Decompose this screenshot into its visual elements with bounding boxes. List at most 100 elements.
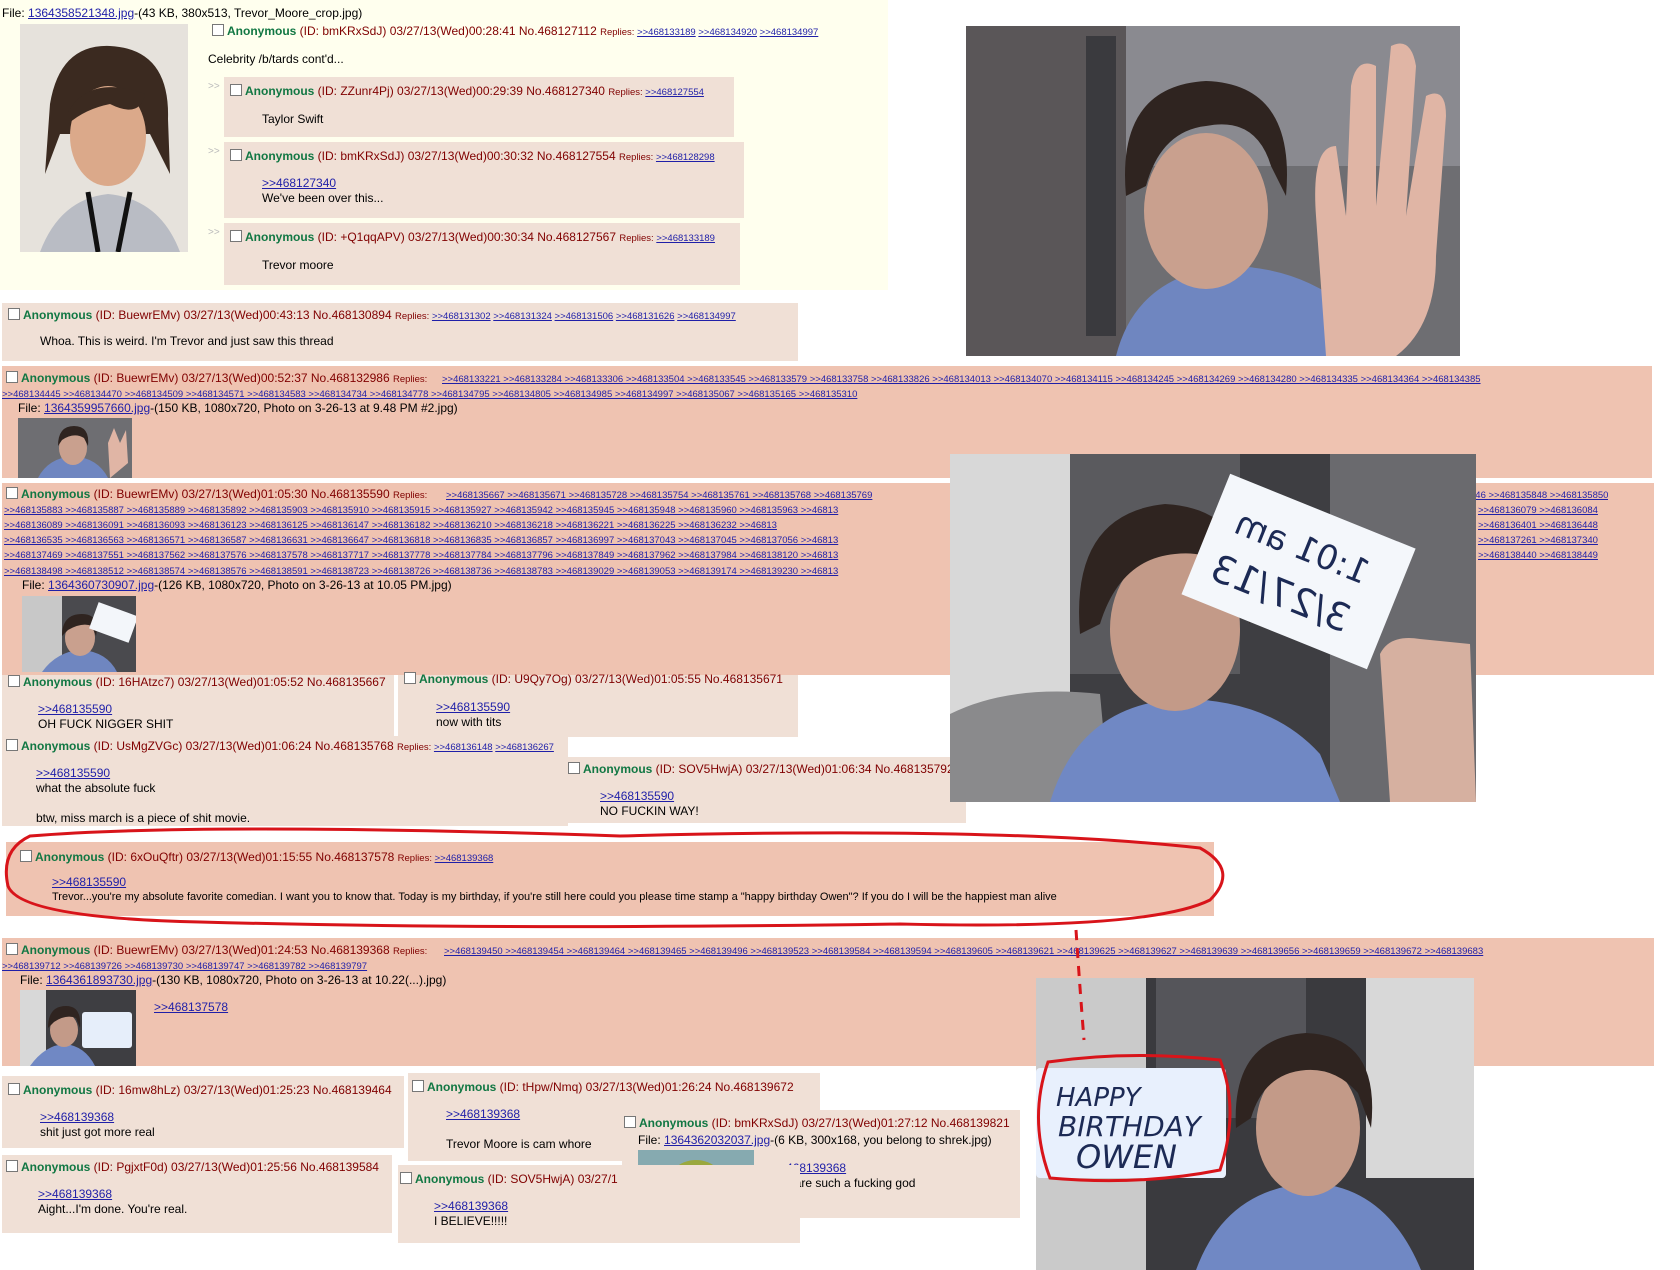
post-checkbox[interactable]	[8, 1083, 20, 1095]
quote-link[interactable]: >>468139368	[40, 1110, 114, 1124]
reply-link[interactable]: >>468131302	[432, 311, 491, 322]
file-link[interactable]: 1364361893730.jpg	[46, 973, 152, 987]
quote-link[interactable]: >>468139368	[446, 1107, 520, 1121]
reply-links[interactable]: >>468138498 >>468138512 >>468138574 >>46…	[4, 566, 948, 577]
post-checkbox[interactable]	[412, 1080, 424, 1092]
reply-links[interactable]: >>468139450 >>468139454 >>468139464 >>46…	[444, 946, 1654, 957]
post-header: Anonymous (ID: 6xOuQftr) 03/27/13(Wed)01…	[20, 850, 493, 864]
reply-arrow: >>	[208, 146, 220, 157]
post-header: Anonymous (ID: tHpw/Nmq) 03/27/13(Wed)01…	[412, 1080, 794, 1094]
reply-links[interactable]: >>468134445 >>468134470 >>468134509 >>46…	[2, 389, 1202, 400]
file-link[interactable]: 1364360730907.jpg	[48, 578, 154, 592]
quote-link[interactable]: >>468139368	[434, 1199, 508, 1213]
reply-link[interactable]: >>468133189	[637, 27, 696, 38]
sign-birthday-line3: OWEN	[1076, 1138, 1177, 1176]
reply-link[interactable]: >>468131506	[555, 311, 614, 322]
post-checkbox[interactable]	[6, 739, 18, 751]
post-header: Anonymous (ID: BuewrEMv) 03/27/13(Wed)01…	[6, 943, 427, 957]
op-comment: Celebrity /b/tards cont'd...	[208, 52, 344, 66]
post-checkbox[interactable]	[230, 84, 242, 96]
reply-links[interactable]: >>468136079 >>468136084	[1478, 505, 1598, 516]
post-comment: Trevor moore	[262, 258, 334, 272]
reply-link[interactable]: >>468131324	[493, 311, 552, 322]
post-comment: Whoa. This is weird. I'm Trevor and just…	[40, 334, 334, 348]
file-link[interactable]: 1364359957660.jpg	[44, 401, 150, 415]
post-checkbox[interactable]	[568, 762, 580, 774]
reply-link[interactable]: >>468136148	[434, 742, 493, 753]
post-header: Anonymous (ID: bmKRxSdJ) 03/27/13(Wed)01…	[624, 1116, 1010, 1130]
reply-arrow: >>	[208, 227, 220, 238]
op-checkbox[interactable]	[212, 24, 224, 36]
quote-link[interactable]: >>468137578	[154, 1000, 228, 1014]
post-file-info: File: 1364362032037.jpg-(6 KB, 300x168, …	[638, 1133, 992, 1147]
quote-link[interactable]: >>468139368	[38, 1187, 112, 1201]
photo-trevor-birthday-sign: HAPPY BIRTHDAY OWEN	[1036, 978, 1474, 1270]
reply-links[interactable]: >>468137469 >>468137551 >>468137562 >>46…	[4, 550, 948, 561]
post-thumbnail[interactable]	[20, 990, 136, 1066]
reply-links[interactable]: >>468136535 >>468136563 >>468136571 >>46…	[4, 535, 948, 546]
reply-link[interactable]: >>468134920	[698, 27, 757, 38]
post-checkbox[interactable]	[400, 1172, 412, 1184]
reply-link[interactable]: >>468131626	[616, 311, 675, 322]
post-checkbox[interactable]	[6, 943, 18, 955]
reply-links[interactable]: >>468135883 >>468135887 >>468135889 >>46…	[4, 505, 948, 516]
reply-link[interactable]: >>468127554	[645, 87, 704, 98]
reply-arrow: >>	[208, 81, 220, 92]
quote-link[interactable]: >>468135590	[52, 875, 126, 889]
post-comment: Taylor Swift	[262, 112, 324, 126]
op-file-link[interactable]: 1364358521348.jpg	[28, 6, 134, 20]
reply-links[interactable]: >>468135667 >>468135671 >>468135728 >>46…	[446, 490, 946, 501]
reply-link[interactable]: >>468134997	[677, 311, 736, 322]
post-checkbox[interactable]	[230, 149, 242, 161]
quote-link[interactable]: >>468135590	[600, 789, 674, 803]
post-checkbox[interactable]	[8, 675, 20, 687]
post-header: Anonymous (ID: 16HAtzc7) 03/27/13(Wed)01…	[8, 675, 386, 689]
reply-link[interactable]: >>468136267	[495, 742, 554, 753]
reply-link[interactable]: >>468134997	[760, 27, 819, 38]
reply-links[interactable]: >>468136401 >>468136448	[1478, 520, 1598, 531]
quote-link[interactable]: >>468135590	[36, 766, 110, 780]
post-header: Anonymous (ID: BuewrEMv) 03/27/13(Wed)00…	[6, 371, 427, 385]
post-checkbox[interactable]	[6, 487, 18, 499]
photo-trevor-timestamp: 1:01 am 3/27/13	[950, 454, 1476, 802]
post-comment: Trevor Moore is cam whore	[446, 1137, 592, 1151]
post-comment: NO FUCKIN WAY!	[600, 804, 699, 818]
post-checkbox[interactable]	[8, 308, 20, 320]
post-file-info: File: 1364360730907.jpg-(126 KB, 1080x72…	[22, 578, 452, 592]
post-header: Anonymous (ID: SOV5HwjA) 03/27/13(Wed)01…	[568, 762, 954, 776]
reply-links[interactable]: >>468136089 >>468136091 >>468136093 >>46…	[4, 520, 948, 531]
quote-link[interactable]: >>468135590	[38, 702, 112, 716]
op-thumbnail[interactable]	[20, 24, 188, 252]
post-header: Anonymous (ID: bmKRxSdJ) 03/27/13(Wed)00…	[230, 149, 715, 163]
post-checkbox[interactable]	[20, 850, 32, 862]
post-file-info: File: 1364361893730.jpg-(130 KB, 1080x72…	[20, 973, 447, 987]
reply-link[interactable]: >>468133189	[656, 233, 715, 244]
post-checkbox[interactable]	[6, 1160, 18, 1172]
post-header: Anonymous (ID: ZZunr4Pj) 03/27/13(Wed)00…	[230, 84, 704, 98]
reply-links[interactable]: >>468138440 >>468138449	[1478, 550, 1598, 561]
file-link[interactable]: 1364362032037.jpg	[664, 1133, 770, 1147]
post-header: Anonymous (ID: 16mw8hLz) 03/27/13(Wed)01…	[8, 1083, 392, 1097]
post-header: Anonymous (ID: BuewrEMv) 03/27/13(Wed)00…	[8, 308, 736, 322]
post-thumbnail[interactable]	[22, 596, 136, 672]
post-header: Anonymous (ID: UsMgZVGc) 03/27/13(Wed)01…	[6, 739, 554, 753]
post-header: Anonymous (ID: SOV5HwjA) 03/27/1	[400, 1172, 618, 1186]
post-checkbox[interactable]	[230, 230, 242, 242]
reply-links[interactable]: >>468137261 >>468137340	[1478, 535, 1598, 546]
post-comment: Aight...I'm done. You're real.	[38, 1202, 188, 1216]
post-checkbox[interactable]	[404, 672, 416, 684]
quote-link[interactable]: >>468135590	[436, 700, 510, 714]
reply-links[interactable]: 846 >>468135848 >>468135850	[1470, 490, 1608, 501]
reply-links[interactable]: >>468133221 >>468133284 >>468133306 >>46…	[442, 374, 1652, 385]
reply-link[interactable]: >>468128298	[656, 152, 715, 163]
sign-birthday-line1: HAPPY	[1056, 1083, 1143, 1113]
post-comment: Trevor...you're my absolute favorite com…	[52, 891, 1057, 903]
post-checkbox[interactable]	[6, 371, 18, 383]
photo-trevor-waving	[966, 26, 1460, 356]
reply-links[interactable]: >>468139712 >>468139726 >>468139730 >>46…	[2, 961, 502, 972]
post-checkbox[interactable]	[624, 1116, 636, 1128]
quote-link[interactable]: >>468127340	[262, 176, 336, 190]
post-thumbnail[interactable]	[18, 418, 132, 478]
post-comment: OH FUCK NIGGER SHIT	[38, 717, 174, 731]
reply-link[interactable]: >>468139368	[435, 853, 494, 864]
